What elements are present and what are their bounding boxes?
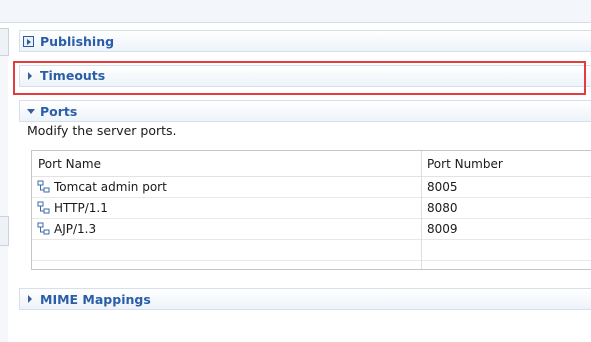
left-pane [0, 28, 8, 342]
mime-mappings-section-title[interactable]: MIME Mappings [40, 292, 151, 308]
port-number-cell[interactable]: 8005 [427, 179, 458, 195]
table-row[interactable]: AJP/1.3 8009 [32, 219, 591, 240]
triangle-down-icon[interactable] [27, 109, 35, 114]
port-name-cell: HTTP/1.1 [54, 201, 108, 215]
table-row[interactable]: Tomcat admin port 8005 [32, 177, 591, 198]
table-row[interactable]: HTTP/1.1 8080 [32, 198, 591, 219]
empty-table-row [32, 240, 591, 261]
ports-description: Modify the server ports. [27, 123, 177, 138]
timeouts-highlight-box [13, 61, 586, 95]
publishing-section-title[interactable]: Publishing [40, 34, 114, 50]
column-separator [421, 151, 422, 269]
port-name-cell: Tomcat admin port [54, 180, 167, 194]
port-number-cell[interactable]: 8009 [427, 221, 458, 237]
ports-section-title[interactable]: Ports [40, 104, 77, 120]
editor-top-strip [0, 0, 591, 23]
port-connector-icon [37, 180, 50, 193]
port-number-cell[interactable]: 8080 [427, 200, 458, 216]
ports-section-header[interactable] [19, 100, 591, 122]
triangle-right-icon[interactable] [28, 295, 32, 303]
port-connector-icon [37, 222, 50, 235]
column-header-port-number[interactable]: Port Number [427, 156, 503, 172]
port-connector-icon [37, 201, 50, 214]
publish-icon[interactable] [23, 36, 34, 47]
ports-table-header: Port Name Port Number [32, 151, 591, 177]
left-pane-tab-bottom[interactable] [0, 216, 9, 246]
port-name-cell: AJP/1.3 [54, 222, 97, 236]
left-pane-tab-top[interactable] [0, 28, 9, 56]
column-header-port-name[interactable]: Port Name [38, 156, 101, 172]
ports-table[interactable]: Port Name Port Number Tomcat admin port … [31, 150, 591, 270]
